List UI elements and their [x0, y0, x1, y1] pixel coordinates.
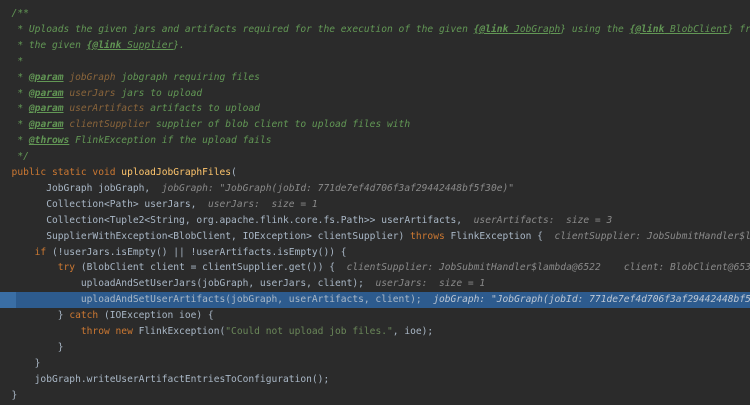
debug-inline-value: userJars: size = 1	[207, 198, 318, 210]
code-token: Collection<Path> userJars,	[0, 198, 208, 210]
code-token: uploadAndSetUserJars	[0, 278, 197, 290]
code-line[interactable]: Collection<Tuple2<String, org.apache.fli…	[0, 213, 750, 229]
code-line[interactable]: } catch (IOException ioe) {	[0, 308, 750, 324]
code-token: *	[0, 135, 29, 147]
code-line[interactable]: *	[0, 54, 750, 70]
code-token: @param	[28, 103, 64, 115]
code-token: userArtifacts	[63, 103, 151, 115]
code-line[interactable]: if (!userJars.isEmpty() || !userArtifact…	[0, 245, 750, 261]
code-line[interactable]: }	[0, 356, 750, 372]
code-token: BlobClient	[664, 23, 728, 35]
code-token: @throws	[28, 135, 70, 147]
code-token: /**	[0, 8, 29, 19]
code-token: throws	[410, 230, 451, 242]
code-token: */	[0, 151, 29, 163]
code-token: @param	[28, 87, 64, 99]
code-editor[interactable]: /** * Uploads the given jars and artifac…	[0, 0, 750, 405]
code-token: }	[0, 389, 18, 401]
code-token: JobGraph	[508, 23, 561, 35]
code-token: uploadJobGraphFiles	[121, 167, 232, 178]
code-token: {@link	[473, 23, 509, 35]
code-token: jars to upload	[121, 87, 203, 99]
code-line[interactable]: }	[0, 340, 750, 356]
code-line[interactable]: SupplierWithException<BlobClient, IOExce…	[0, 229, 750, 245]
code-line[interactable]: try (BlobClient client = clientSupplier.…	[0, 260, 750, 276]
code-token: supplier of blob client to upload files …	[155, 119, 411, 131]
code-token: jobGraph	[63, 71, 122, 83]
code-token: * the given	[0, 39, 87, 51]
code-line[interactable]: uploadAndSetUserJars(jobGraph, userJars,…	[0, 276, 750, 292]
code-token: JobGraph jobGraph,	[0, 182, 162, 194]
code-token: if	[0, 246, 52, 258]
execution-point-marker	[0, 292, 16, 309]
code-line[interactable]: throw new FlinkException("Could not uplo…	[0, 324, 750, 340]
code-token: Supplier	[121, 39, 174, 51]
code-line[interactable]: }	[0, 388, 750, 404]
code-token: (IOException ioe) {	[103, 310, 214, 322]
code-line[interactable]: /**	[0, 6, 750, 22]
code-token: jobGraph.writeUserArtifactEntriesToConfi…	[0, 373, 330, 385]
code-line[interactable]: jobGraph.writeUserArtifactEntriesToConfi…	[0, 372, 750, 388]
code-token: if the upload fails	[161, 135, 272, 147]
code-token: FlinkException	[69, 135, 162, 147]
code-token: , ioe);	[392, 326, 434, 337]
code-token: } using the	[560, 23, 630, 35]
code-line[interactable]: * @param clientSupplier supplier of blob…	[0, 117, 750, 133]
code-token: "Could not upload job files."	[225, 326, 393, 337]
code-line[interactable]: * @param userArtifacts artifacts to uplo…	[0, 101, 750, 117]
code-token: uploadAndSetUserArtifacts(jobGraph, user…	[0, 294, 434, 306]
code-line[interactable]: * @param userJars jars to upload	[0, 86, 750, 102]
code-token: catch	[69, 310, 104, 322]
code-token: (BlobClient client = clientSupplier.get(…	[80, 262, 347, 274]
code-token: Collection<Tuple2<String, org.apache.fli…	[0, 214, 474, 226]
code-token: throw new	[0, 326, 139, 337]
code-token: SupplierWithException<BlobClient, IOExce…	[0, 230, 411, 242]
debug-inline-value: clientSupplier: JobSubmitHandler$lambda@…	[554, 230, 750, 242]
code-token: }	[0, 341, 64, 353]
debug-inline-value: jobGraph: "JobGraph(jobId: 771de7ef4d706…	[161, 182, 515, 194]
code-token: {@link	[86, 39, 122, 51]
code-token: jobgraph requiring files	[121, 71, 260, 83]
debug-inline-value: jobGraph: "JobGraph(jobId: 771de7ef4d706…	[433, 294, 750, 306]
code-token: (	[231, 167, 237, 178]
code-token: }	[0, 357, 41, 369]
debug-inline-value: clientSupplier: JobSubmitHandler$lambda@…	[346, 262, 750, 274]
code-token: *	[0, 71, 29, 83]
code-token: @param	[28, 71, 64, 83]
code-line[interactable]: */	[0, 149, 750, 165]
code-token: artifacts to upload	[150, 103, 260, 115]
code-token: (!userJars.isEmpty() || !userArtifacts.i…	[51, 246, 347, 258]
code-token: *	[0, 87, 29, 99]
code-line[interactable]: * @throws FlinkException if the upload f…	[0, 133, 750, 149]
debug-inline-value: userJars: size = 1	[375, 278, 486, 290]
code-token: try	[0, 262, 81, 274]
code-token: } from	[727, 23, 750, 35]
current-execution-line[interactable]: uploadAndSetUserArtifacts(jobGraph, user…	[0, 292, 750, 309]
code-line[interactable]: * Uploads the given jars and artifacts r…	[0, 22, 750, 38]
code-token: {@link	[629, 23, 665, 35]
code-token: (jobGraph, userJars, client);	[196, 278, 376, 290]
code-token: }.	[173, 39, 185, 51]
code-token: FlinkException {	[450, 230, 555, 242]
code-token: FlinkException(	[138, 326, 226, 337]
code-token: *	[0, 119, 29, 131]
code-token: }	[0, 310, 70, 322]
code-token: *	[0, 55, 24, 67]
code-token: userJars	[63, 87, 122, 99]
code-token: *	[0, 103, 29, 115]
debug-inline-value: userArtifacts: size = 3	[473, 214, 613, 226]
code-line[interactable]: * @param jobGraph jobgraph requiring fil…	[0, 70, 750, 86]
code-token: public static void	[0, 167, 122, 178]
code-line[interactable]: * the given {@link Supplier}.	[0, 38, 750, 54]
code-token: * Uploads the given jars and artifacts r…	[0, 23, 474, 35]
code-token: clientSupplier	[63, 119, 156, 131]
code-line[interactable]: Collection<Path> userJars, userJars: siz…	[0, 197, 750, 213]
code-token: @param	[28, 119, 64, 131]
code-line[interactable]: public static void uploadJobGraphFiles(	[0, 165, 750, 181]
code-line[interactable]: JobGraph jobGraph, jobGraph: "JobGraph(j…	[0, 181, 750, 197]
